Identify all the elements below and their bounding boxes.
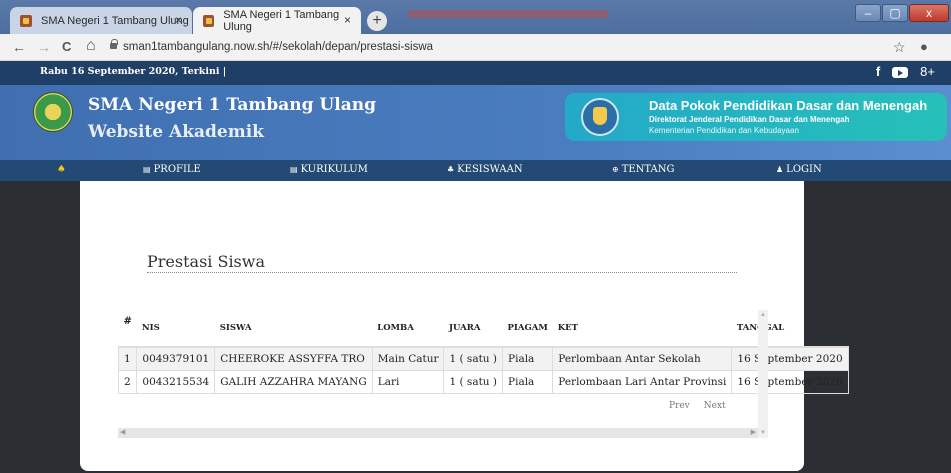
school-favicon-icon: [203, 14, 215, 27]
bookmark-star-icon[interactable]: ☆: [893, 39, 906, 56]
page-title: Prestasi Siswa: [147, 252, 265, 271]
table-cell: 1 ( satu ): [443, 369, 504, 394]
nav-label: PROFILE: [153, 164, 201, 175]
site-subtitle: Website Akademik: [88, 122, 264, 142]
nav-login[interactable]: ♟ LOGIN: [776, 164, 822, 175]
column-header: KET: [552, 310, 732, 348]
nav-label: KURIKULUM: [300, 164, 368, 175]
tab-title: SMA Negeri 1 Tambang Ulung: [223, 8, 340, 33]
users-icon: ♣: [447, 165, 455, 174]
pagination: Prev Next: [669, 401, 726, 411]
tab-close-icon[interactable]: ×: [344, 13, 351, 27]
googleplus-icon[interactable]: 8+: [920, 64, 935, 79]
nav-label: LOGIN: [786, 164, 822, 175]
table-cell: 1 ( satu ): [443, 346, 504, 371]
table-row: 2 0043215534 GALIH AZZAHRA MAYANG Lari 1…: [117, 369, 849, 394]
table-cell: 0043215534: [136, 369, 216, 394]
url-field[interactable]: sman1tambangulang.now.sh/#/sekolah/depan…: [110, 38, 890, 57]
table-cell: 2: [117, 369, 138, 394]
prev-button[interactable]: Prev: [669, 401, 690, 411]
column-header: JUARA: [443, 310, 503, 348]
back-arrow-icon[interactable]: ←: [12, 39, 26, 55]
minimize-button[interactable]: –: [855, 4, 881, 22]
tab-title: SMA Negeri 1 Tambang Ulung: [41, 14, 189, 27]
kurikulum-icon: ▤: [290, 165, 298, 174]
account-icon[interactable]: ●: [920, 39, 928, 54]
dapodik-title: Data Pokok Pendidikan Dasar dan Menengah: [649, 98, 928, 113]
column-header: #: [118, 310, 137, 348]
title-divider: [147, 272, 737, 273]
browser-tab[interactable]: SMA Negeri 1 Tambang Ulung ×: [10, 7, 192, 34]
school-logo: [33, 92, 73, 132]
facebook-icon[interactable]: f: [876, 64, 880, 79]
url-text: sman1tambangulang.now.sh/#/sekolah/depan…: [123, 41, 434, 53]
horizontal-scrollbar[interactable]: ◀ ▶: [118, 428, 758, 438]
column-header: LOMBA: [372, 310, 444, 348]
reload-icon[interactable]: C: [62, 39, 71, 54]
maximize-button[interactable]: ▢: [882, 4, 908, 22]
dapodik-line2: Direktorat Jenderal Pendidikan Dasar dan…: [649, 115, 850, 124]
nav-label: TENTANG: [621, 164, 675, 175]
profile-icon: ▤: [143, 165, 151, 174]
scroll-left-icon[interactable]: ◀: [120, 428, 125, 436]
table-cell: 1: [117, 346, 138, 371]
date-text: Rabu 16 September 2020, Terkini |: [40, 66, 227, 77]
main-navbar: ♠ ▤ PROFILE ▤ KURIKULUM ♣ KESISWAAN ⊕ TENTAN…: [0, 160, 951, 181]
new-tab-button[interactable]: +: [367, 11, 387, 31]
kemendikbud-logo: [581, 98, 619, 136]
browser-tab-bar: SMA Negeri 1 Tambang Ulung × SMA Negeri …: [0, 0, 951, 34]
table-cell: 16 September 2020: [731, 369, 849, 394]
nav-profile[interactable]: ▤ PROFILE: [143, 164, 201, 175]
table-cell: GALIH AZZAHRA MAYANG: [214, 369, 373, 394]
background-window-title: [408, 10, 608, 18]
table-cell: 16 September 2020: [731, 346, 849, 371]
close-window-button[interactable]: x: [909, 4, 949, 22]
achievements-table: # NIS SISWA LOMBA JUARA PIAGAM KET TANGG…: [117, 310, 849, 394]
home-icon[interactable]: ♠: [57, 164, 66, 175]
table-cell: Main Catur: [371, 346, 445, 371]
user-icon: ♟: [776, 165, 784, 174]
tab-close-icon[interactable]: ×: [175, 13, 182, 27]
table-cell: Piala: [502, 369, 554, 394]
table-cell: 0049379101: [136, 346, 216, 371]
school-name: SMA Negeri 1 Tambang Ulang: [88, 95, 376, 115]
table-header-row: # NIS SISWA LOMBA JUARA PIAGAM KET TANGG…: [118, 310, 849, 348]
achievements-table-container: # NIS SISWA LOMBA JUARA PIAGAM KET TANGG…: [117, 310, 849, 440]
social-links: f 8+: [876, 64, 935, 79]
vertical-scrollbar[interactable]: ▲ ▼: [758, 310, 768, 438]
dapodik-banner[interactable]: Data Pokok Pendidikan Dasar dan Menengah…: [565, 93, 947, 141]
nav-label: KESISWAAN: [457, 164, 523, 175]
column-header: NIS: [136, 310, 215, 348]
address-bar: ← → C ⌂ sman1tambangulang.now.sh/#/sekol…: [0, 34, 951, 61]
forward-arrow-icon[interactable]: →: [37, 39, 51, 55]
scroll-down-icon[interactable]: ▼: [760, 430, 766, 436]
column-header: TANGGAL: [731, 310, 849, 348]
table-row: 1 0049379101 CHEEROKE ASSYFFA TRO Main C…: [117, 346, 849, 371]
table-cell: CHEEROKE ASSYFFA TRO: [214, 346, 373, 371]
school-favicon-icon: [20, 14, 32, 27]
site-banner: SMA Negeri 1 Tambang Ulang Website Akade…: [0, 85, 951, 160]
date-strip: Rabu 16 September 2020, Terkini | f 8+: [0, 61, 951, 85]
dapodik-line3: Kementerian Pendidikan dan Kebudayaan: [649, 126, 799, 135]
scroll-up-icon[interactable]: ▲: [760, 312, 766, 318]
window-controls: – ▢ x: [855, 4, 949, 22]
youtube-icon[interactable]: [892, 67, 909, 78]
nav-kesiswaan[interactable]: ♣ KESISWAAN: [447, 164, 523, 175]
table-cell: Lari: [371, 369, 445, 394]
browser-tab-active[interactable]: SMA Negeri 1 Tambang Ulung ×: [193, 7, 361, 34]
table-cell: Piala: [502, 346, 554, 371]
column-header: SISWA: [214, 310, 373, 348]
scroll-right-icon[interactable]: ▶: [751, 428, 756, 436]
home-icon[interactable]: ⌂: [86, 37, 96, 55]
table-cell: Perlombaan Antar Sekolah: [552, 346, 733, 371]
table-cell: Perlombaan Lari Antar Provinsi: [552, 369, 733, 394]
next-button[interactable]: Next: [704, 401, 726, 411]
globe-icon: ⊕: [612, 165, 619, 174]
nav-kurikulum[interactable]: ▤ KURIKULUM: [290, 164, 368, 175]
column-header: PIAGAM: [502, 310, 553, 348]
nav-tentang[interactable]: ⊕ TENTANG: [612, 164, 675, 175]
lock-icon: [110, 39, 118, 49]
